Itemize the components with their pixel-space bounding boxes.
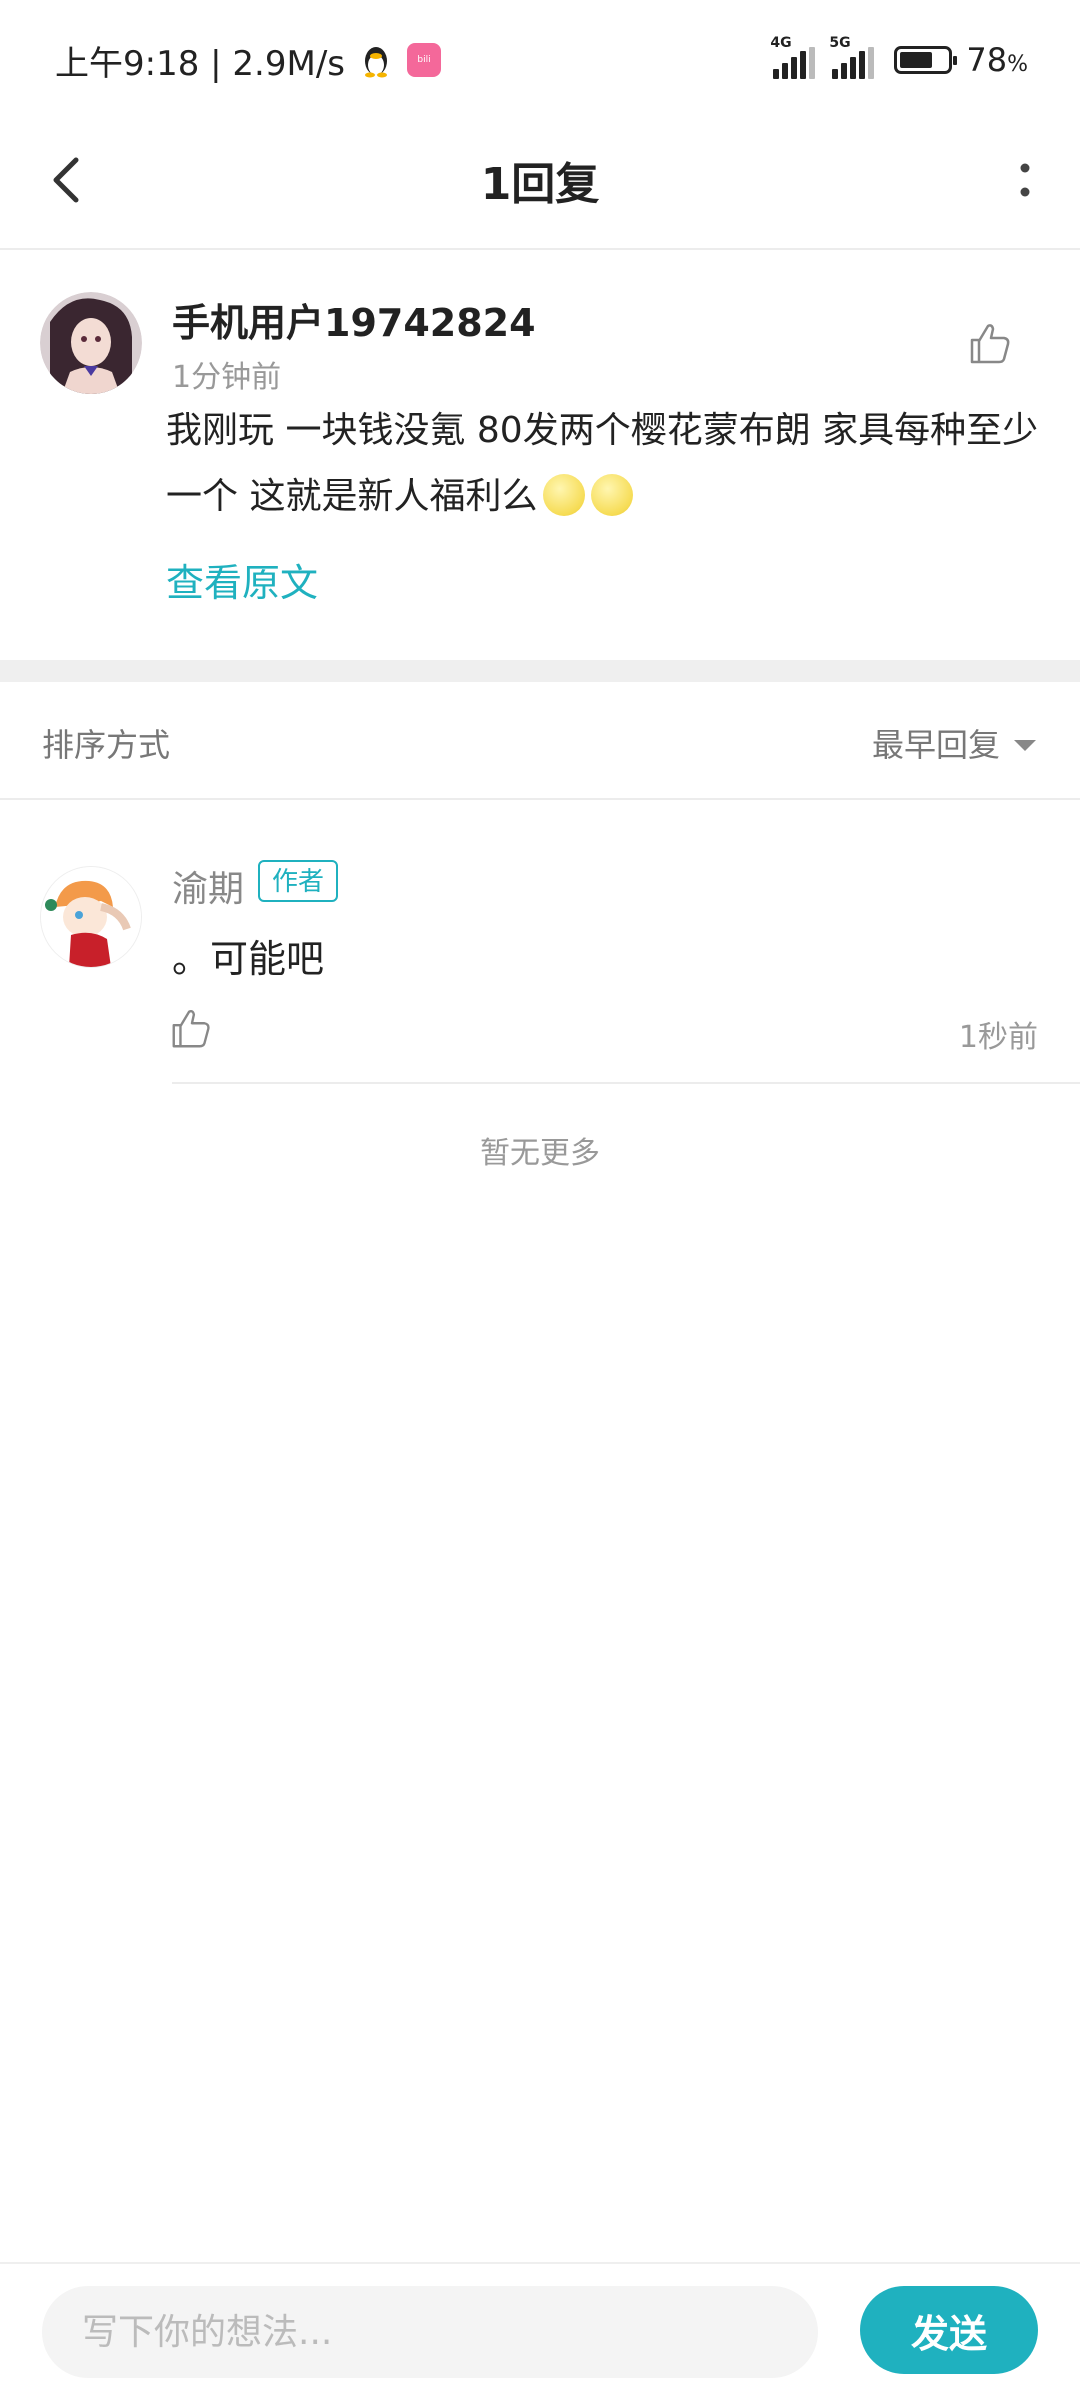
replier-avatar-image bbox=[41, 867, 141, 967]
avatar[interactable] bbox=[40, 292, 142, 394]
user-avatar-image bbox=[40, 292, 142, 394]
signal-4g-label: 4G bbox=[770, 35, 792, 51]
battery-unit: % bbox=[1007, 52, 1028, 77]
send-button[interactable]: 发送 bbox=[860, 2286, 1038, 2374]
author-badge: 作者 bbox=[258, 860, 339, 902]
reply-text: 。可能吧 bbox=[172, 937, 325, 981]
battery-percent: 78 bbox=[966, 41, 1008, 79]
comment-username[interactable]: 手机用户19742824 bbox=[172, 292, 536, 347]
battery-fill bbox=[900, 52, 932, 68]
bilibili-badge-text: bili bbox=[417, 55, 431, 65]
original-comment: 手机用户19742824 1分钟前 我刚玩 一块钱没氪 80发两个樱花蒙布朗 家… bbox=[0, 250, 1080, 660]
smirk-emoji-icon bbox=[591, 474, 634, 516]
comment-composer: 发送 bbox=[0, 2262, 1080, 2400]
comment-input[interactable] bbox=[42, 2286, 818, 2378]
more-options-icon[interactable] bbox=[1000, 150, 1050, 210]
signal-5g-icon: 5G bbox=[829, 35, 875, 79]
status-time-speed: 上午9:18 | 2.9M/s bbox=[55, 43, 345, 84]
status-bar: 上午9:18 | 2.9M/s bili 4G 5G 78% bbox=[0, 0, 1080, 120]
comment-body: 我刚玩 一块钱没氪 80发两个樱花蒙布朗 家具每种至少一个 这就是新人福利么 bbox=[166, 398, 1046, 530]
thumbs-up-icon[interactable] bbox=[966, 320, 1014, 368]
reply-divider bbox=[172, 1082, 1080, 1084]
signal-5g-label: 5G bbox=[829, 35, 851, 51]
view-original-link[interactable]: 查看原文 bbox=[166, 552, 318, 607]
sort-row: 排序方式 最早回复 bbox=[0, 682, 1080, 800]
bilibili-app-icon: bili bbox=[407, 43, 441, 77]
screen: 上午9:18 | 2.9M/s bili 4G 5G 78% 1回复 手机用户1… bbox=[0, 0, 1080, 2400]
sort-selected-value: 最早回复 bbox=[871, 726, 1000, 764]
reply-username[interactable]: 渝期 bbox=[172, 860, 244, 912]
sort-label: 排序方式 bbox=[42, 726, 171, 764]
smirk-emoji-icon bbox=[543, 474, 586, 516]
signal-4g-icon: 4G bbox=[770, 35, 816, 79]
reply-item: 渝期 作者 。可能吧 1秒前 bbox=[0, 800, 1080, 1085]
battery-icon bbox=[894, 46, 958, 74]
sort-order-dropdown[interactable]: 最早回复 bbox=[872, 720, 1036, 766]
no-more-text: 暂无更多 bbox=[480, 1136, 600, 1171]
thumbs-up-icon[interactable] bbox=[168, 1006, 214, 1052]
qq-penguin-icon bbox=[365, 47, 387, 78]
page-title: 1回复 bbox=[480, 159, 600, 210]
dropdown-triangle-icon bbox=[1014, 739, 1036, 751]
reply-timestamp: 1秒前 bbox=[958, 1020, 1038, 1055]
avatar[interactable] bbox=[40, 866, 142, 968]
battery-text: 78% bbox=[966, 41, 1028, 79]
top-nav-bar: 1回复 bbox=[0, 120, 1080, 250]
comment-timestamp: 1分钟前 bbox=[172, 360, 282, 395]
section-divider bbox=[0, 660, 1080, 682]
